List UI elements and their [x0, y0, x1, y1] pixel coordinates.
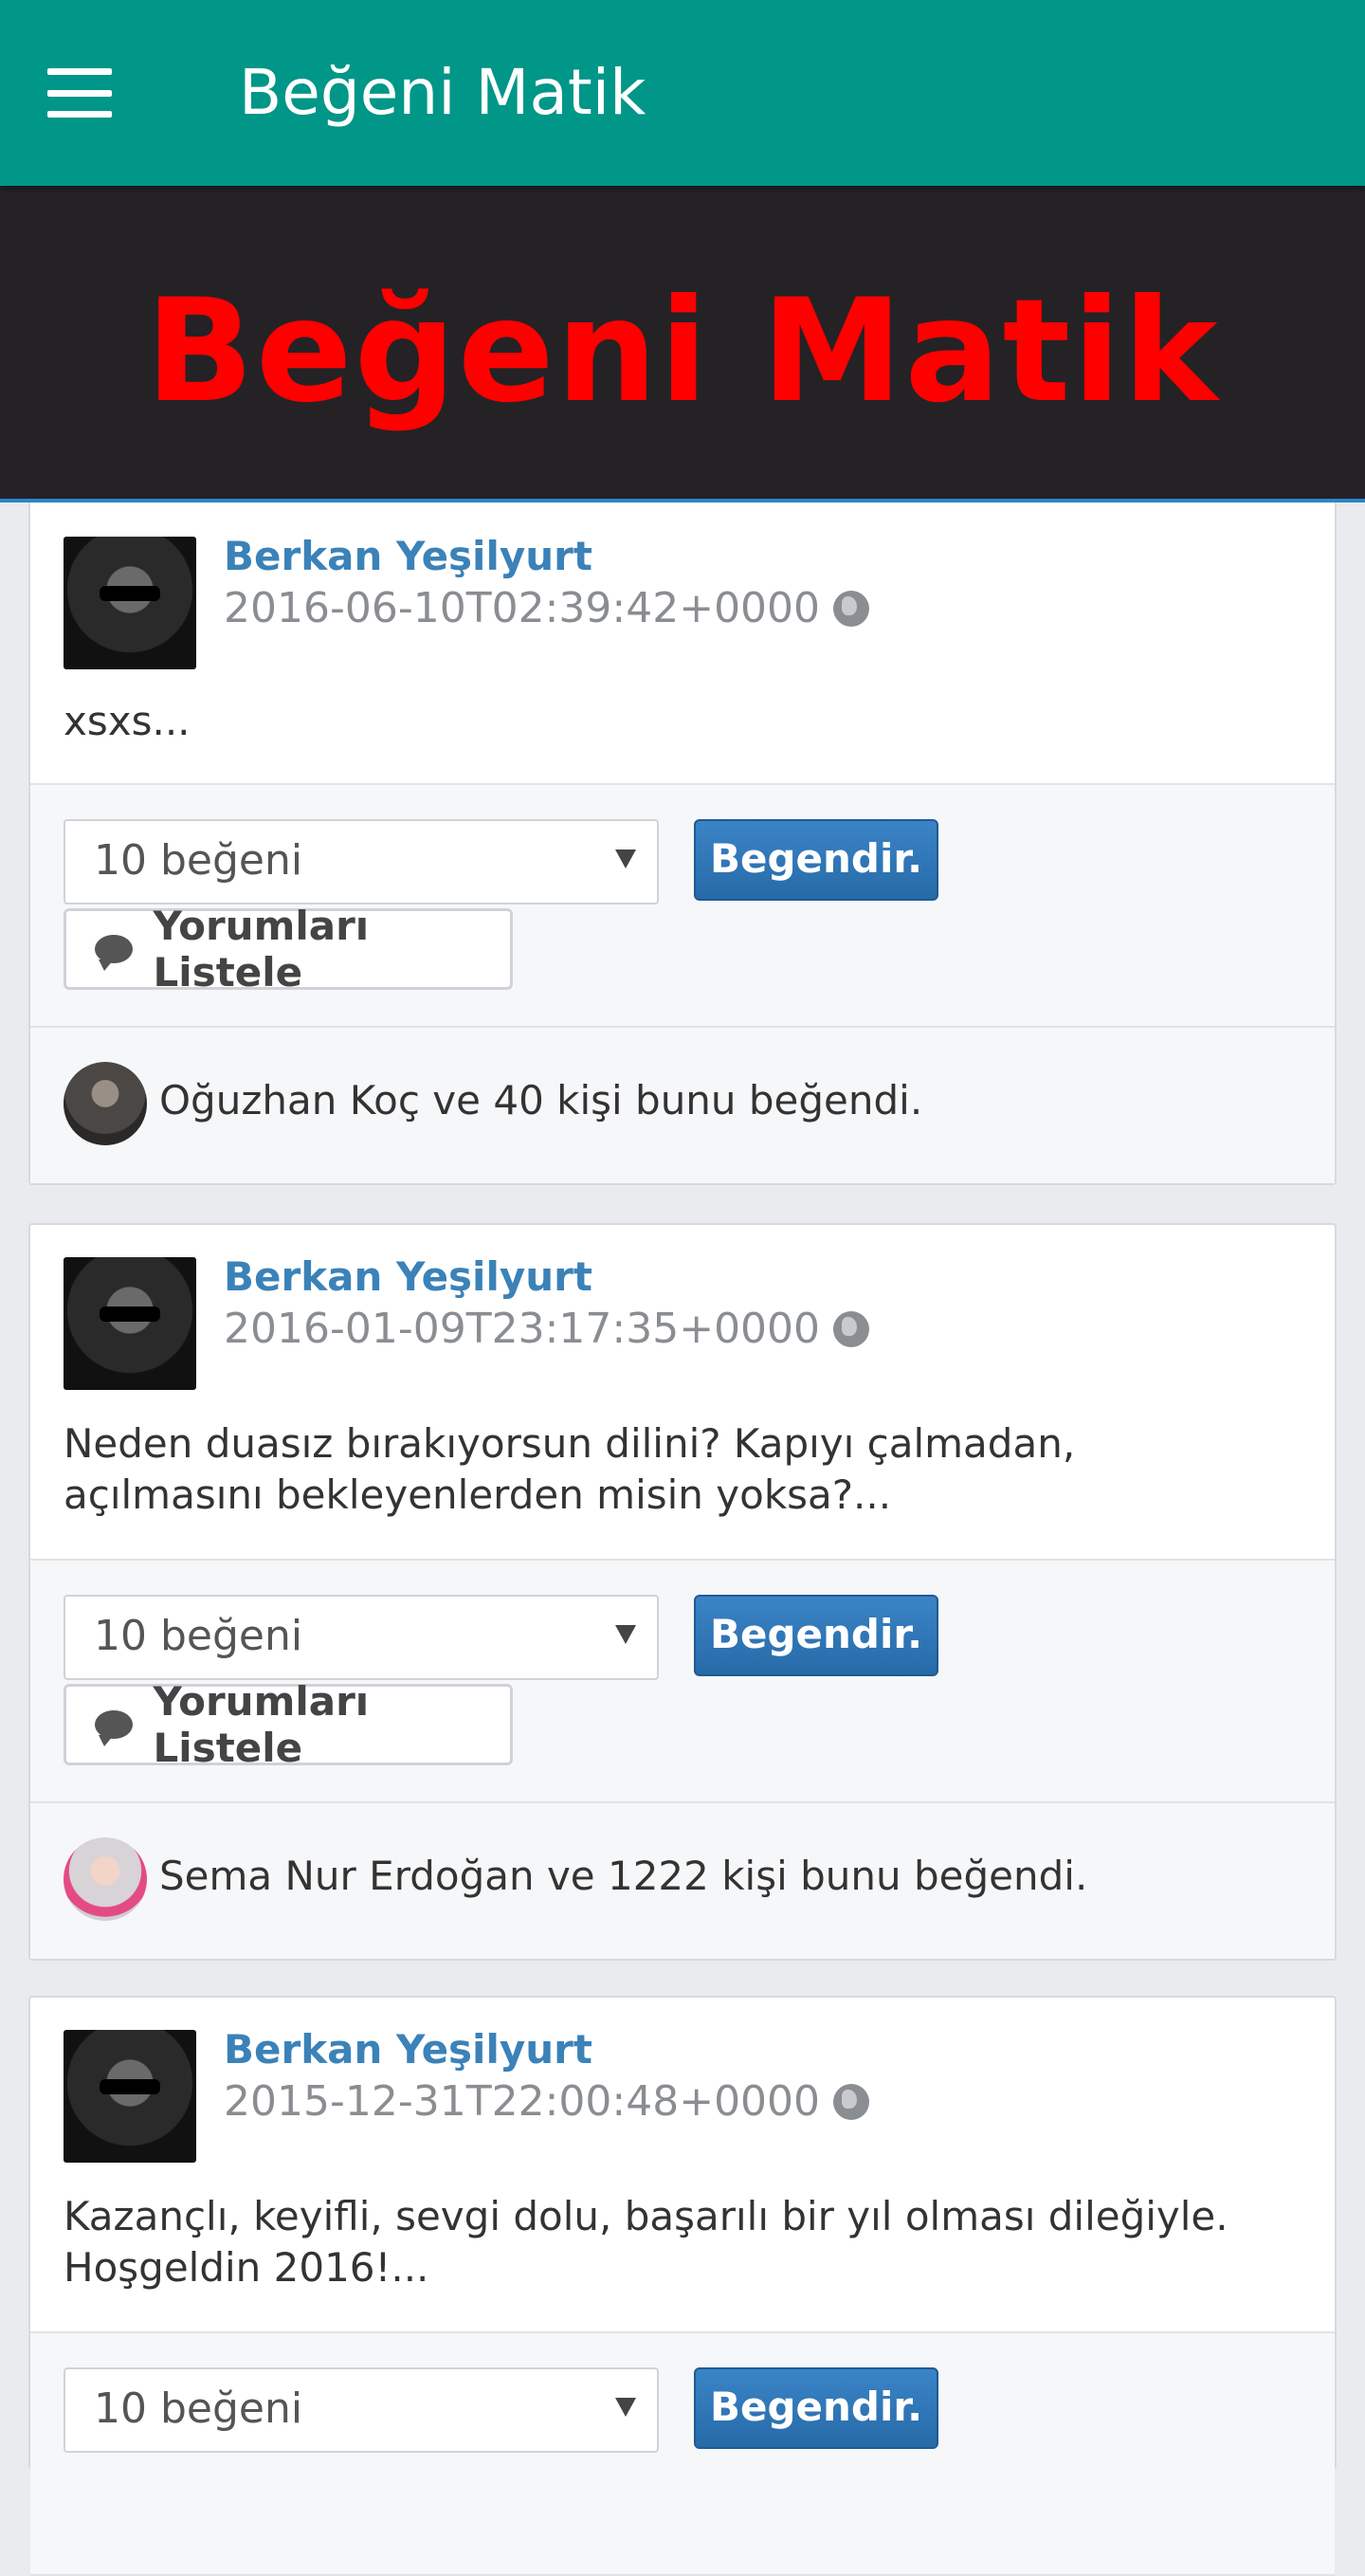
- globe-icon: [833, 2083, 870, 2120]
- post-controls: 10 beğeni Begendir. Yorumları Listele: [30, 1559, 1335, 1803]
- select-value: 10 beğeni: [94, 1612, 303, 1660]
- comments-icon: [95, 935, 133, 971]
- like-button[interactable]: Begendir.: [694, 2367, 938, 2449]
- caret-down-icon: [615, 1625, 636, 1644]
- banner-logo-text: Beğeni Matik: [145, 269, 1220, 434]
- likes-text: Oğuzhan Koç ve 40 kişi bunu beğendi.: [159, 1077, 923, 1124]
- like-button[interactable]: Begendir.: [694, 819, 938, 901]
- menu-icon[interactable]: [47, 68, 112, 118]
- list-comments-button[interactable]: Yorumları Listele: [64, 903, 513, 996]
- select-value: 10 beğeni: [94, 2384, 303, 2433]
- list-comments-label: Yorumları Listele: [153, 903, 370, 996]
- select-value: 10 beğeni: [94, 836, 303, 885]
- timestamp-text: 2016-06-10T02:39:42+0000: [224, 584, 821, 632]
- author-avatar[interactable]: [64, 2030, 196, 2163]
- banner: Beğeni Matik: [0, 186, 1365, 502]
- author-name[interactable]: Berkan Yeşilyurt: [224, 2026, 592, 2073]
- likes-text: Sema Nur Erdoğan ve 1222 kişi bunu beğen…: [159, 1853, 1088, 1899]
- liker-avatar[interactable]: [64, 1837, 147, 1921]
- timestamp-text: 2015-12-31T22:00:48+0000: [224, 2077, 821, 2126]
- post-timestamp: 2016-06-10T02:39:42+0000: [224, 584, 870, 632]
- post-card: Berkan Yeşilyurt 2015-12-31T22:00:48+000…: [28, 1996, 1337, 2576]
- liker-avatar[interactable]: [64, 1062, 147, 1145]
- app-title: Beğeni Matik: [239, 56, 646, 129]
- post-controls: 10 beğeni Begendir. Yorumları Listele: [30, 783, 1335, 1028]
- post-card: Berkan Yeşilyurt 2016-01-09T23:17:35+000…: [28, 1223, 1337, 1961]
- post-message: Neden duasız bırakıyorsun dilini? Kapıyı…: [64, 1420, 1076, 1518]
- timestamp-text: 2016-01-09T23:17:35+0000: [224, 1305, 821, 1353]
- author-name[interactable]: Berkan Yeşilyurt: [224, 1253, 592, 1300]
- like-count-select[interactable]: 10 beğeni: [64, 819, 659, 904]
- author-avatar[interactable]: [64, 537, 196, 669]
- app-bar: Beğeni Matik: [0, 0, 1365, 186]
- author-avatar[interactable]: [64, 1257, 196, 1390]
- post-card: Berkan Yeşilyurt 2016-06-10T02:39:42+000…: [28, 495, 1337, 1185]
- author-name[interactable]: Berkan Yeşilyurt: [224, 533, 592, 579]
- post-message: Kazançlı, keyifli, sevgi dolu, başarılı …: [64, 2193, 1228, 2291]
- list-comments-label: Yorumları Listele: [153, 1678, 370, 1771]
- globe-icon: [833, 1310, 870, 1347]
- comments-icon: [95, 1710, 133, 1746]
- post-timestamp: 2016-01-09T23:17:35+0000: [224, 1305, 870, 1353]
- post-timestamp: 2015-12-31T22:00:48+0000: [224, 2077, 870, 2126]
- likes-summary: Oğuzhan Koç ve 40 kişi bunu beğendi.: [30, 1028, 1335, 1183]
- caret-down-icon: [615, 2398, 636, 2417]
- caret-down-icon: [615, 850, 636, 868]
- like-count-select[interactable]: 10 beğeni: [64, 2367, 659, 2453]
- globe-icon: [833, 590, 870, 627]
- like-button[interactable]: Begendir.: [694, 1595, 938, 1676]
- like-count-select[interactable]: 10 beğeni: [64, 1595, 659, 1680]
- likes-summary: Sema Nur Erdoğan ve 1222 kişi bunu beğen…: [30, 1803, 1335, 1959]
- post-message: xsxs...: [64, 698, 191, 744]
- post-controls: 10 beğeni Begendir.: [30, 2331, 1335, 2576]
- list-comments-button[interactable]: Yorumları Listele: [64, 1678, 513, 1771]
